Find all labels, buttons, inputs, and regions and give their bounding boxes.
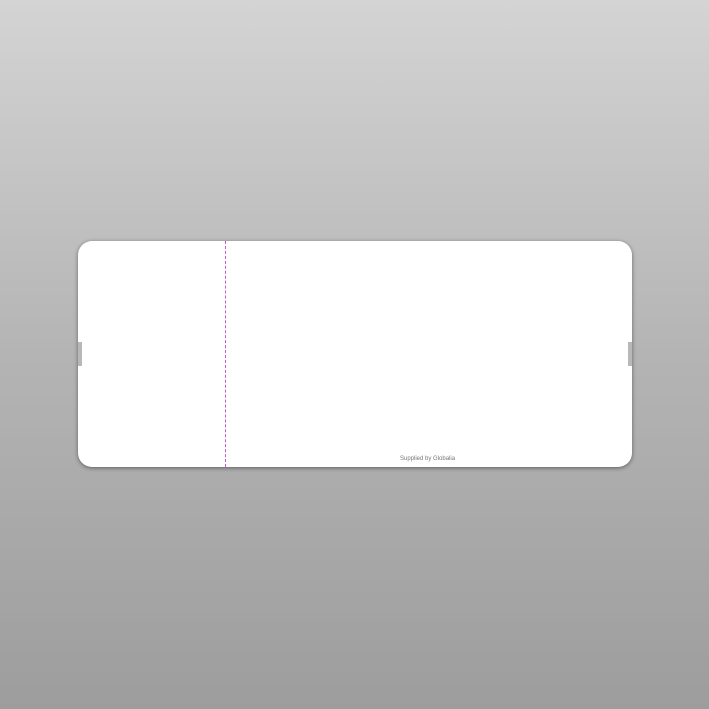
stub-perforation-line [225,241,226,467]
ticket-body: Supplied by Globalia [78,241,632,467]
right-side-notch [628,342,632,366]
left-side-notch [78,342,82,366]
supplier-credit: Supplied by Globalia [400,456,456,462]
ticket-template: Supplied by Globalia [78,241,632,467]
